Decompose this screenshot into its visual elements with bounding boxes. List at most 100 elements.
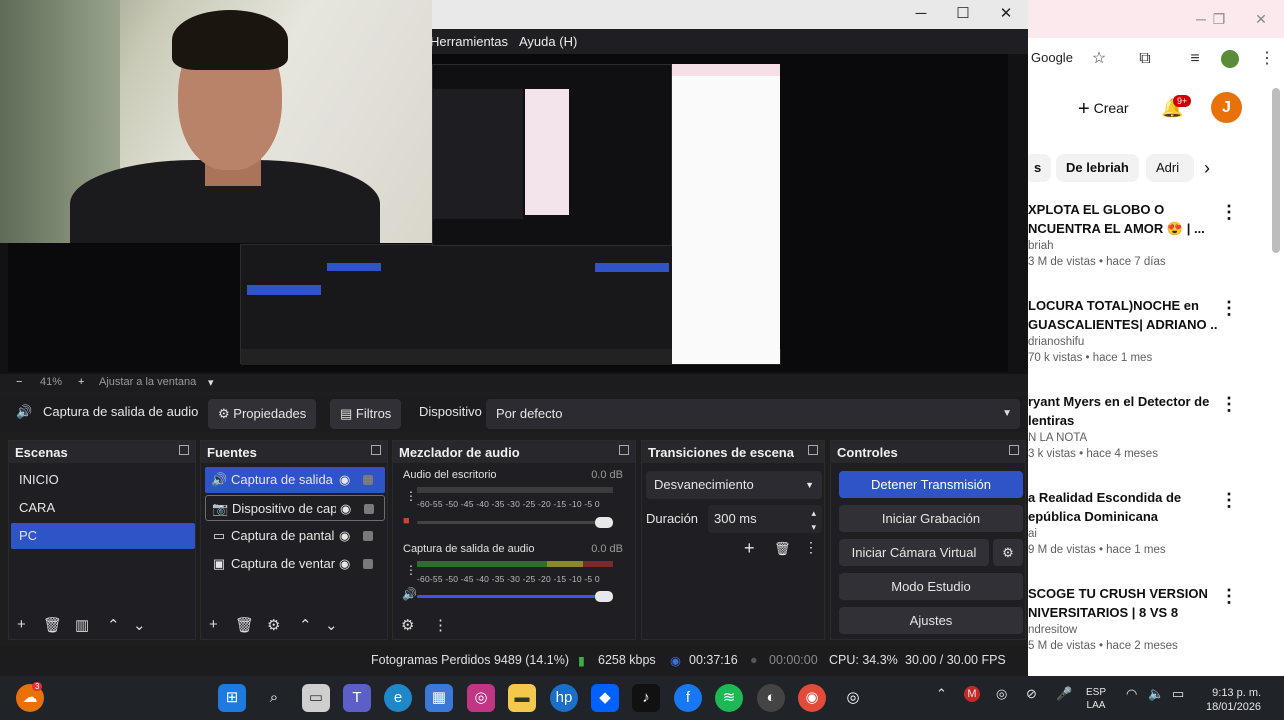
facebook-icon[interactable]: f: [674, 684, 702, 712]
duration-input[interactable]: 300 ms ▴ ▾: [708, 505, 822, 533]
source-item[interactable]: ▣ Captura de ventar ◉: [205, 551, 385, 577]
video-menu-icon[interactable]: ⋮: [1220, 490, 1238, 511]
video-menu-icon[interactable]: ⋮: [1220, 394, 1238, 415]
eye-icon[interactable]: ◉: [339, 551, 350, 577]
star-icon[interactable]: ☆: [1088, 48, 1110, 70]
kebab-icon[interactable]: ⋮: [433, 616, 448, 634]
filters-button[interactable]: ▤ Filtros: [330, 399, 402, 429]
eye-icon[interactable]: ◉: [339, 523, 350, 549]
video-item[interactable]: XPLOTA EL GLOBO O NCUENTRA EL AMOR 😍 | .…: [1028, 200, 1218, 268]
google-label[interactable]: Google: [1028, 48, 1076, 67]
chip-1[interactable]: De lebriah: [1056, 154, 1139, 182]
microphone-icon[interactable]: 🎤: [1056, 686, 1072, 702]
tray-app-icon[interactable]: M: [964, 686, 980, 702]
fit-window-button[interactable]: Ajustar a la ventana: [99, 376, 196, 388]
chevron-right-icon[interactable]: ›: [1204, 158, 1210, 179]
scene-item[interactable]: CARA: [11, 495, 195, 521]
obs-icon[interactable]: ◐: [757, 684, 785, 712]
add-icon[interactable]: +: [209, 616, 218, 633]
zoom-in-button[interactable]: +: [78, 376, 84, 388]
volume-knob[interactable]: [595, 517, 613, 528]
source-item[interactable]: 📷 Dispositivo de cap ◉: [205, 495, 385, 521]
lock-icon[interactable]: [363, 559, 373, 569]
tray-hidden-icon[interactable]: ⊘: [1026, 686, 1037, 702]
zoom-dropdown-icon[interactable]: ▾: [208, 376, 214, 389]
close-icon[interactable]: ✕: [991, 4, 1021, 24]
muted-speaker-icon[interactable]: ■: [403, 515, 410, 527]
start-recording-button[interactable]: Iniciar Grabación: [839, 505, 1023, 532]
clock[interactable]: 9:13 p. m. 18/01/2026: [1206, 686, 1261, 714]
undock-icon[interactable]: [371, 445, 381, 455]
scene-item[interactable]: INICIO: [11, 467, 195, 493]
account-avatar[interactable]: J: [1211, 92, 1242, 123]
gear-icon[interactable]: ⚙: [401, 616, 414, 634]
create-button[interactable]: + Crear: [1068, 92, 1139, 124]
studio-mode-button[interactable]: Modo Estudio: [839, 573, 1023, 600]
kebab-icon[interactable]: ⋮: [405, 489, 417, 503]
video-item[interactable]: ryant Myers en el Detector de lentiras N…: [1028, 392, 1218, 460]
chip-0[interactable]: s: [1024, 154, 1052, 182]
minimize-icon[interactable]: ─: [906, 4, 936, 24]
lock-icon[interactable]: [363, 531, 373, 541]
transition-select[interactable]: Desvanecimiento ▼: [646, 471, 822, 499]
source-item[interactable]: ▭ Captura de pantal ◉: [205, 523, 385, 549]
lock-icon[interactable]: [363, 475, 373, 485]
settings-button[interactable]: Ajustes: [839, 607, 1023, 634]
dropbox-icon[interactable]: ◆: [591, 684, 619, 712]
start-virtual-cam-button[interactable]: Iniciar Cámara Virtual: [839, 539, 989, 566]
trash-icon[interactable]: 🗑: [43, 616, 62, 634]
instagram-icon[interactable]: ◎: [467, 684, 495, 712]
gear-icon[interactable]: ⚙: [267, 616, 280, 634]
maximize-icon[interactable]: ☐: [948, 4, 978, 24]
lock-icon[interactable]: [364, 504, 374, 514]
volume-slider[interactable]: [417, 517, 613, 528]
chevron-down-icon[interactable]: ⌄: [133, 616, 146, 634]
volume-knob[interactable]: [595, 591, 613, 602]
video-menu-icon[interactable]: ⋮: [1220, 202, 1238, 223]
hp-icon[interactable]: hp: [550, 684, 578, 712]
menu-herramientas[interactable]: Herramientas: [430, 34, 508, 49]
virtual-cam-settings-button[interactable]: ⚙: [993, 539, 1023, 566]
chrome-icon[interactable]: ◉: [798, 684, 826, 712]
chevron-up-icon[interactable]: ⌃: [107, 616, 120, 634]
scene-item-selected[interactable]: PC: [11, 523, 195, 549]
zoom-out-button[interactable]: −: [16, 376, 22, 388]
properties-button[interactable]: ⚙ Propiedades: [208, 399, 317, 429]
language-indicator[interactable]: ESP LAA: [1086, 686, 1106, 712]
teams-icon[interactable]: T: [343, 684, 371, 712]
undock-icon[interactable]: [179, 445, 189, 455]
preview-canvas[interactable]: [0, 0, 1008, 372]
filter-icon[interactable]: ▥: [75, 616, 89, 634]
volume-icon[interactable]: 🔈: [1148, 686, 1164, 702]
profile-avatar[interactable]: [1221, 50, 1239, 68]
chevron-down-icon[interactable]: ⌄: [325, 616, 338, 634]
add-icon[interactable]: +: [744, 538, 755, 559]
kebab-icon[interactable]: ⋮: [1256, 48, 1278, 70]
kebab-icon[interactable]: ⋮: [405, 563, 417, 577]
battery-icon[interactable]: ▭: [1172, 686, 1184, 702]
task-view-icon[interactable]: ▭: [302, 684, 330, 712]
kebab-icon[interactable]: ⋮: [804, 539, 818, 556]
edge-icon[interactable]: e: [384, 684, 412, 712]
wifi-icon[interactable]: ◠: [1126, 686, 1137, 702]
stop-streaming-button[interactable]: Detener Transmisión: [839, 471, 1023, 498]
tray-obs-icon[interactable]: ◎: [996, 686, 1007, 702]
folder-icon[interactable]: ▬: [508, 684, 536, 712]
media-icon[interactable]: ≡: [1184, 48, 1206, 70]
menu-ayuda[interactable]: Ayuda (H): [519, 34, 577, 49]
eye-icon[interactable]: ◉: [339, 467, 350, 493]
restore-icon[interactable]: ❐: [1204, 8, 1234, 30]
store-icon[interactable]: ▦: [425, 684, 453, 712]
spotify-icon[interactable]: ≋: [715, 684, 743, 712]
chevron-up-icon[interactable]: ⌃: [299, 616, 312, 634]
chevron-up-icon[interactable]: ⌃: [936, 686, 947, 702]
extensions-icon[interactable]: ⧉: [1134, 48, 1156, 70]
chip-2[interactable]: Adri: [1146, 154, 1194, 182]
trash-icon[interactable]: 🗑: [774, 541, 791, 557]
stepper-down-icon[interactable]: ▾: [811, 513, 816, 541]
undock-icon[interactable]: [808, 445, 818, 455]
undock-icon[interactable]: [1009, 445, 1019, 455]
device-select[interactable]: Por defecto ▼: [486, 399, 1020, 429]
search-icon[interactable]: ⌕: [260, 684, 288, 712]
close-icon[interactable]: ✕: [1246, 8, 1276, 30]
